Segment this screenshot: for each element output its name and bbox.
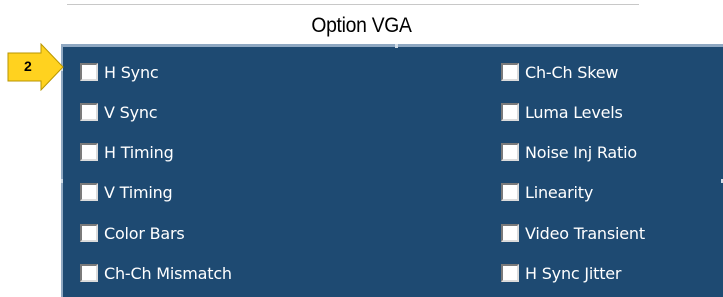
v-sync-checkbox[interactable] — [80, 103, 98, 121]
option-label: Color Bars — [104, 223, 185, 243]
top-rule — [67, 4, 639, 5]
panel-edge-mark — [395, 44, 398, 48]
noise-inj-ratio-checkbox[interactable] — [501, 143, 519, 161]
luma-levels-checkbox[interactable] — [501, 103, 519, 121]
color-bars-checkbox[interactable] — [80, 224, 98, 242]
h-sync-jitter-checkbox[interactable] — [501, 264, 519, 282]
option-noise-inj-ratio[interactable]: Noise Inj Ratio — [501, 139, 637, 165]
callout-arrow: 2 — [7, 43, 65, 91]
option-linearity[interactable]: Linearity — [501, 179, 593, 205]
option-label: H Sync Jitter — [525, 263, 622, 283]
ch-ch-skew-checkbox[interactable] — [501, 63, 519, 81]
option-color-bars[interactable]: Color Bars — [80, 220, 185, 246]
option-v-sync[interactable]: V Sync — [80, 99, 158, 125]
option-video-transient[interactable]: Video Transient — [501, 220, 645, 246]
option-label: Luma Levels — [525, 102, 623, 122]
option-h-sync-jitter[interactable]: H Sync Jitter — [501, 260, 622, 286]
option-luma-levels[interactable]: Luma Levels — [501, 99, 623, 125]
h-sync-checkbox[interactable] — [80, 63, 98, 81]
option-ch-ch-skew[interactable]: Ch-Ch Skew — [501, 59, 618, 85]
option-label: Video Transient — [525, 223, 645, 243]
callout-number: 2 — [24, 58, 32, 74]
option-label: H Timing — [104, 142, 174, 162]
ch-ch-mismatch-checkbox[interactable] — [80, 264, 98, 282]
page-title: Option VGA — [311, 14, 412, 37]
option-h-sync[interactable]: H Sync — [80, 59, 159, 85]
linearity-checkbox[interactable] — [501, 183, 519, 201]
option-h-timing[interactable]: H Timing — [80, 139, 174, 165]
video-transient-checkbox[interactable] — [501, 224, 519, 242]
v-timing-checkbox[interactable] — [80, 183, 98, 201]
option-label: Ch-Ch Mismatch — [104, 263, 232, 283]
h-timing-checkbox[interactable] — [80, 143, 98, 161]
option-label: H Sync — [104, 62, 159, 82]
option-label: Linearity — [525, 182, 594, 202]
option-label: V Sync — [104, 102, 158, 122]
test-options-panel: H Sync V Sync H Timing V Timing Color Ba… — [61, 44, 723, 297]
option-label: Ch-Ch Skew — [525, 62, 619, 82]
option-v-timing[interactable]: V Timing — [80, 179, 173, 205]
option-label: Noise Inj Ratio — [525, 142, 637, 162]
option-ch-ch-mismatch[interactable]: Ch-Ch Mismatch — [80, 260, 232, 286]
panel-edge-mark — [61, 179, 63, 183]
option-label: V Timing — [104, 182, 173, 202]
